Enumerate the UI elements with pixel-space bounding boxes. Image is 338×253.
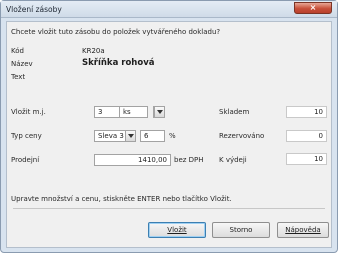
sale-price-label: Prodejní <box>11 156 40 164</box>
close-icon: × <box>309 3 317 12</box>
available-value: 10 <box>286 153 327 165</box>
discount-input[interactable]: 6 <box>140 130 165 142</box>
dialog-window: Vložení zásoby × Chcete vložit tuto záso… <box>0 0 338 253</box>
name-value: Skříňka rohová <box>82 58 155 68</box>
chevron-down-icon <box>128 134 134 138</box>
reserved-label: Rezervováno <box>219 132 265 140</box>
sale-price-suffix: bez DPH <box>174 156 204 164</box>
window-title: Vložení zásoby <box>6 5 62 14</box>
text-label: Text <box>11 73 26 81</box>
cancel-button-label: Storno <box>229 226 253 234</box>
instock-value: 10 <box>286 106 327 118</box>
unit-input[interactable]: ks <box>120 106 148 118</box>
qty-input[interactable]: 3 <box>94 106 120 118</box>
help-button-label: Nápověda <box>285 226 321 234</box>
available-label: K výdeji <box>219 156 247 164</box>
help-button[interactable]: Nápověda <box>277 222 329 238</box>
price-type-select[interactable]: Sleva 3 <box>94 130 136 142</box>
price-type-value: Sleva 3 <box>98 132 124 140</box>
price-type-label: Typ ceny <box>11 132 42 140</box>
chevron-down-icon <box>157 110 163 114</box>
title-bar[interactable]: Vložení zásoby × <box>1 1 337 18</box>
name-label: Název <box>11 60 33 68</box>
insert-button-label: Vložit <box>167 226 187 234</box>
unit-dropdown[interactable] <box>153 106 165 118</box>
insert-button[interactable]: Vložit <box>148 222 206 238</box>
divider <box>13 208 325 209</box>
qty-label: Vložit m.j. <box>11 108 46 116</box>
price-type-dropdown-button[interactable] <box>125 131 135 141</box>
percent-sign: % <box>169 132 176 140</box>
dialog-body: Chcete vložit tuto zásobu do položek vyt… <box>6 21 332 248</box>
question-text: Chcete vložit tuto zásobu do položek vyt… <box>11 28 221 36</box>
code-label: Kód <box>11 47 24 55</box>
reserved-value: 0 <box>286 130 327 142</box>
code-value: KR20a <box>82 47 105 55</box>
unit-dropdown-button[interactable] <box>154 107 164 117</box>
hint-text: Upravte množství a cenu, stiskněte ENTER… <box>11 195 232 203</box>
cancel-button[interactable]: Storno <box>212 222 270 238</box>
sale-price-input[interactable]: 1410,00 <box>94 154 171 166</box>
close-button[interactable]: × <box>294 2 332 14</box>
instock-label: Skladem <box>219 108 250 116</box>
